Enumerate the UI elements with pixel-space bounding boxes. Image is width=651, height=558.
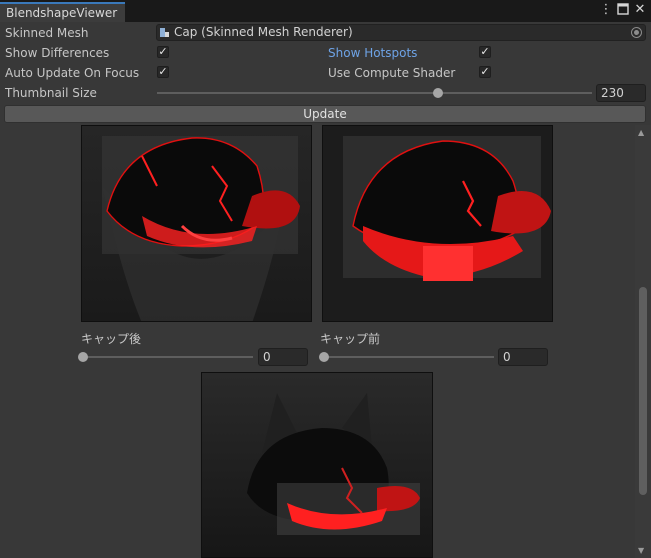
scrollbar-thumb[interactable] (639, 287, 647, 495)
maximize-icon[interactable] (616, 3, 630, 19)
blendshape-value-input[interactable]: 0 (258, 348, 308, 366)
blendshape-value-input[interactable]: 0 (498, 348, 548, 366)
object-picker-icon[interactable] (631, 27, 642, 38)
more-vertical-icon[interactable]: ⋮ (599, 3, 613, 17)
tab-blendshape-viewer[interactable]: BlendshapeViewer (0, 2, 125, 22)
scroll-down-icon[interactable]: ▼ (638, 546, 644, 555)
blendshape-label: キャップ前 (320, 332, 381, 346)
update-button[interactable]: Update (4, 105, 646, 123)
base-thumbnail (201, 372, 433, 558)
show-differences-checkbox[interactable]: ✓ (157, 46, 169, 58)
use-compute-shader-checkbox[interactable]: ✓ (479, 66, 491, 78)
thumbnail-size-label: Thumbnail Size (5, 86, 97, 100)
blendshape-thumbnail (81, 125, 312, 322)
use-compute-shader-label: Use Compute Shader (328, 66, 456, 80)
blendshape-thumbnail (322, 125, 553, 322)
auto-update-checkbox[interactable]: ✓ (157, 66, 169, 78)
skinned-mesh-field[interactable]: Cap (Skinned Mesh Renderer) (156, 24, 646, 41)
show-differences-label: Show Differences (5, 46, 110, 60)
blendshape-slider-handle[interactable] (319, 352, 329, 362)
close-icon[interactable]: ✕ (633, 3, 647, 17)
thumbnail-size-slider-track[interactable] (157, 92, 592, 94)
auto-update-label: Auto Update On Focus (5, 66, 140, 80)
blendshape-slider-track[interactable] (322, 356, 494, 358)
show-hotspots-checkbox[interactable]: ✓ (479, 46, 491, 58)
blendshape-label: キャップ後 (81, 332, 142, 346)
thumbnail-size-input[interactable]: 230 (596, 84, 646, 102)
skinned-mesh-label: Skinned Mesh (5, 26, 89, 40)
skinned-mesh-icon (160, 28, 169, 37)
skinned-mesh-value: Cap (Skinned Mesh Renderer) (174, 25, 353, 39)
thumbnail-size-slider-handle[interactable] (433, 88, 443, 98)
show-hotspots-label: Show Hotspots (328, 46, 418, 60)
blendshape-slider-handle[interactable] (78, 352, 88, 362)
blendshape-slider-track[interactable] (81, 356, 253, 358)
scroll-up-icon[interactable]: ▲ (638, 128, 644, 137)
